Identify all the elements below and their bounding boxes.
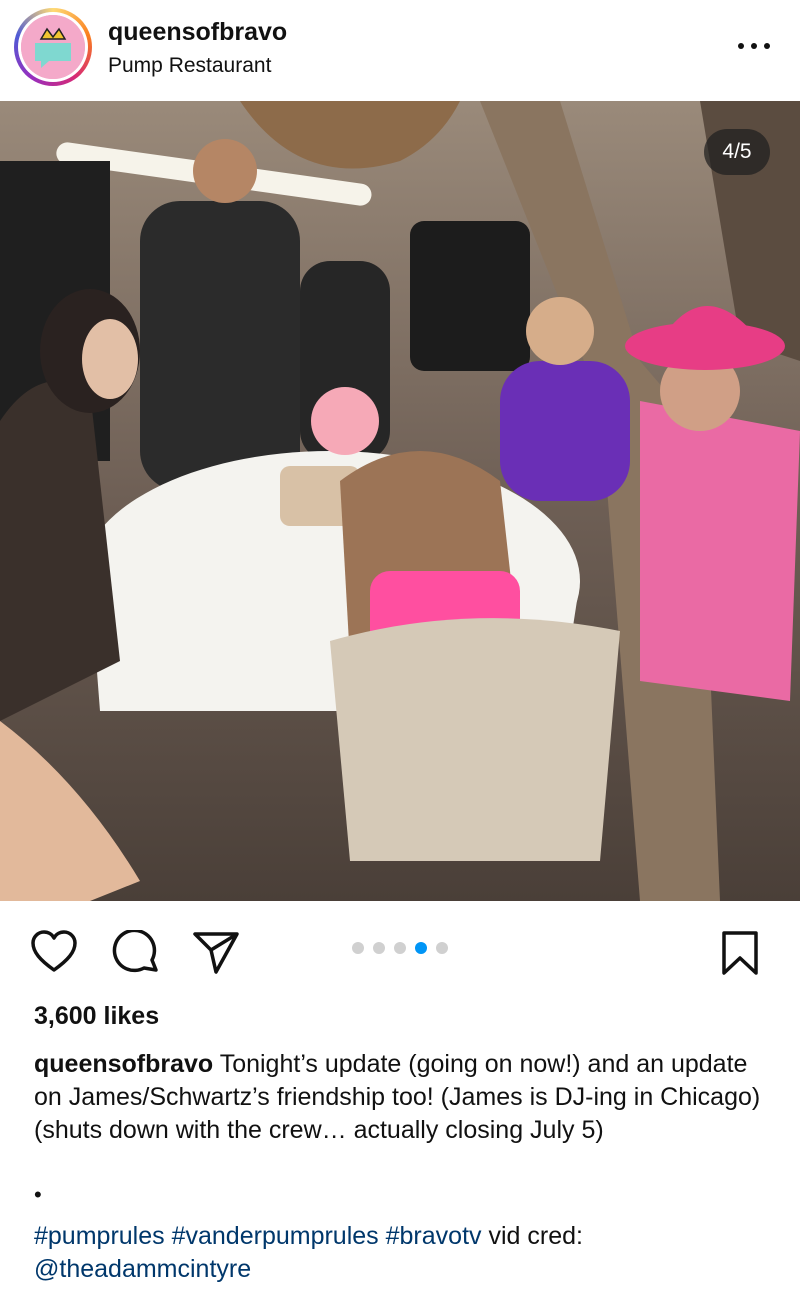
post-caption: queensofbravo Tonight’s update (going on… bbox=[34, 1048, 774, 1147]
carousel-dot bbox=[394, 942, 406, 954]
carousel-dot bbox=[436, 942, 448, 954]
post-username[interactable]: queensofbravo bbox=[108, 18, 287, 47]
mention-link[interactable]: @theadammcintyre bbox=[34, 1255, 251, 1283]
hashtag-link[interactable]: #vanderpumprules bbox=[172, 1222, 379, 1250]
avatar[interactable] bbox=[14, 8, 92, 86]
caption-hashtags: #pumprules #vanderpumprules #bravotv vid… bbox=[34, 1220, 774, 1286]
caption-username[interactable]: queensofbravo bbox=[34, 1050, 213, 1078]
restaurant-scene-image bbox=[0, 101, 800, 901]
bookmark-icon[interactable] bbox=[720, 930, 760, 981]
send-icon[interactable] bbox=[192, 930, 240, 981]
image-counter: 4/5 bbox=[704, 129, 770, 175]
avatar-image bbox=[21, 15, 85, 79]
carousel-dot bbox=[352, 942, 364, 954]
post-photo[interactable]: 4/5 bbox=[0, 101, 800, 901]
post-location[interactable]: Pump Restaurant bbox=[108, 54, 271, 78]
hashtag-link[interactable]: #bravotv bbox=[386, 1222, 482, 1250]
action-bar bbox=[0, 910, 800, 990]
comment-icon[interactable] bbox=[112, 928, 160, 981]
post-header: queensofbravo Pump Restaurant bbox=[0, 0, 800, 100]
like-count[interactable]: 3,600 likes bbox=[34, 1002, 159, 1031]
carousel-dot bbox=[373, 942, 385, 954]
more-icon[interactable] bbox=[734, 30, 774, 60]
carousel-dot-active bbox=[415, 942, 427, 954]
caption-bullet: • bbox=[34, 1182, 42, 1207]
heart-icon[interactable] bbox=[30, 930, 78, 979]
caption-credit-text: vid cred: bbox=[481, 1222, 583, 1250]
hashtag-link[interactable]: #pumprules bbox=[34, 1222, 165, 1250]
